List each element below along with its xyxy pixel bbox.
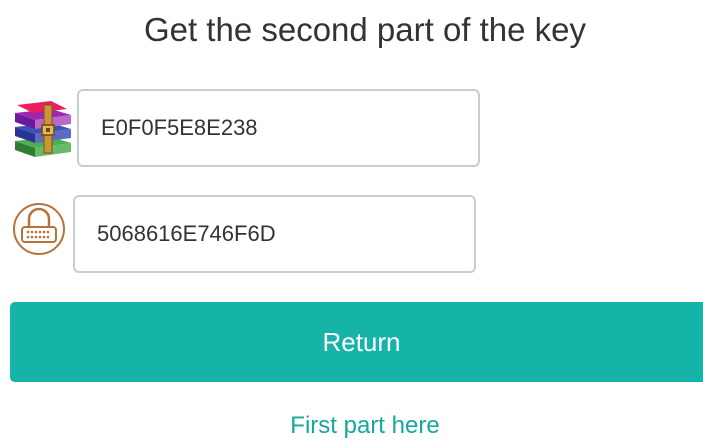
key-page: Get the second part of the key E0F0F5E8E…	[0, 0, 703, 444]
return-button-label: Return	[322, 327, 401, 357]
page-title: Get the second part of the key	[143, 11, 587, 48]
password-lock-icon	[13, 203, 65, 255]
first-part-link[interactable]: First part here	[0, 411, 703, 441]
archive-key-field[interactable]	[77, 89, 480, 167]
winrar-archive-icon	[15, 101, 71, 157]
password-key-field[interactable]	[73, 195, 476, 273]
return-button[interactable]: Return	[10, 302, 703, 382]
